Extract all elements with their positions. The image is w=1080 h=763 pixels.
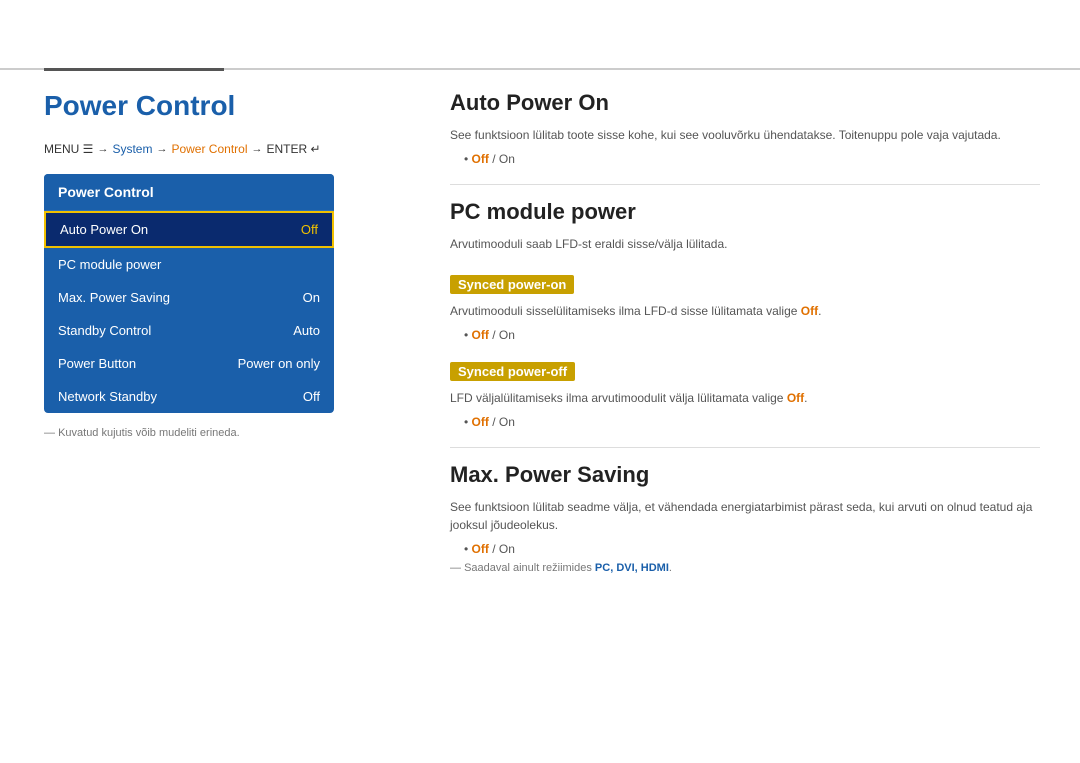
menu-item-label: Network Standby [58, 389, 157, 404]
synced-on-off: Off [472, 328, 489, 342]
synced-on-highlight: Off [801, 304, 818, 318]
synced-off-off: Off [472, 415, 489, 429]
synced-power-on-label: Synced power-on [450, 275, 574, 294]
max-power-saving-modes: PC, DVI, HDMI [595, 562, 669, 574]
synced-off-options: Off / On [464, 415, 1040, 429]
menu-item-value: Auto [293, 323, 320, 338]
top-divider-accent [44, 68, 224, 71]
menu-item-label: Standby Control [58, 323, 151, 338]
pc-module-title: PC module power [450, 199, 1040, 225]
max-power-saving-off: Off [472, 542, 489, 556]
power-control-menu: Power Control Auto Power On Off PC module … [44, 174, 334, 413]
synced-on-options: Off / On [464, 328, 1040, 342]
menu-item-max.-power-saving[interactable]: Max. Power Saving On [44, 281, 334, 314]
max-power-saving-desc: See funktsioon lülitab seadme välja, et … [450, 498, 1040, 534]
max-power-saving-note: Saadaval ainult režiimides PC, DVI, HDMI… [450, 562, 1040, 574]
breadcrumb-system: System [112, 142, 152, 156]
max-power-saving-section: Max. Power Saving See funktsioon lülitab… [450, 462, 1040, 574]
auto-power-on-options: Off / On [464, 152, 1040, 166]
auto-power-on-section: Auto Power On See funktsioon lülitab too… [450, 90, 1040, 166]
auto-power-on-title: Auto Power On [450, 90, 1040, 116]
footnote: Kuvatud kujutis võib mudeliti erineda. [44, 427, 404, 439]
synced-on-desc: Arvutimooduli sisselülitamiseks ilma LFD… [450, 302, 1040, 320]
right-panel: Auto Power On See funktsioon lülitab too… [450, 90, 1040, 574]
breadcrumb-arrow1: → [97, 143, 108, 155]
breadcrumb-arrow2: → [156, 143, 167, 155]
breadcrumb-menu: MENU ☰ [44, 142, 93, 156]
synced-off-highlight: Off [787, 391, 804, 405]
page-title: Power Control [44, 90, 404, 122]
divider-2 [450, 447, 1040, 448]
auto-power-on-slash: / On [492, 152, 515, 166]
left-panel: Power Control MENU ☰ → System → Power Co… [44, 80, 404, 439]
menu-item-label: Auto Power On [60, 222, 148, 237]
auto-power-on-off: Off [472, 152, 489, 166]
menu-item-value: On [303, 290, 320, 305]
menu-item-label: Power Button [58, 356, 136, 371]
synced-off-desc: LFD väljalülitamiseks ilma arvutimooduli… [450, 389, 1040, 407]
menu-item-pc-module-power[interactable]: PC module power [44, 248, 334, 281]
auto-power-on-desc: See funktsioon lülitab toote sisse kohe,… [450, 126, 1040, 144]
max-power-saving-options: Off / On [464, 542, 1040, 556]
max-power-saving-title: Max. Power Saving [450, 462, 1040, 488]
pc-module-desc: Arvutimooduli saab LFD-st eraldi sisse/v… [450, 235, 1040, 253]
breadcrumb-power-control: Power Control [171, 142, 247, 156]
menu-item-power-button[interactable]: Power Button Power on only [44, 347, 334, 380]
menu-item-value: Power on only [238, 356, 320, 371]
menu-item-label: Max. Power Saving [58, 290, 170, 305]
synced-power-off-label: Synced power-off [450, 362, 575, 381]
pc-module-section: PC module power Arvutimooduli saab LFD-s… [450, 199, 1040, 429]
breadcrumb: MENU ☰ → System → Power Control → ENTER … [44, 142, 404, 156]
menu-item-label: PC module power [58, 257, 161, 272]
menu-item-value: Off [301, 222, 318, 237]
divider-1 [450, 184, 1040, 185]
breadcrumb-arrow3: → [251, 143, 262, 155]
breadcrumb-enter: ENTER ↵ [266, 142, 320, 156]
menu-item-value: Off [303, 389, 320, 404]
menu-item-auto-power-on[interactable]: Auto Power On Off [44, 211, 334, 248]
menu-item-network-standby[interactable]: Network Standby Off [44, 380, 334, 413]
menu-item-standby-control[interactable]: Standby Control Auto [44, 314, 334, 347]
menu-header: Power Control [44, 174, 334, 211]
